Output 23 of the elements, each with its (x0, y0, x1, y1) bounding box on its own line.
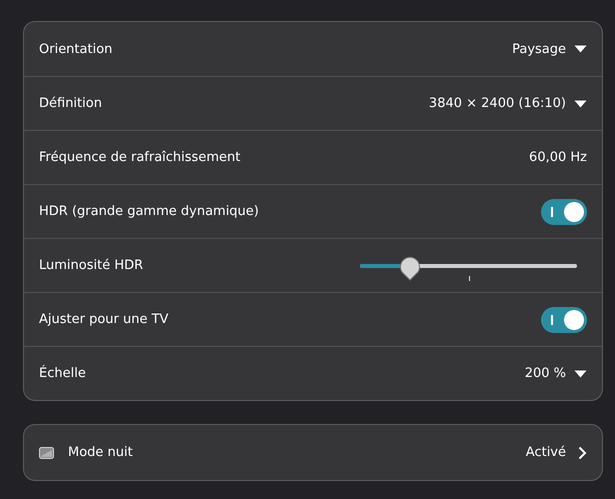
night-mode-row[interactable]: Mode nuit Activé (24, 425, 602, 480)
toggle-switch[interactable] (541, 198, 587, 224)
display-icon (39, 446, 54, 458)
setting-label: HDR (grande gamme dynamique) (39, 204, 260, 219)
setting-label: Échelle (39, 366, 87, 381)
setting-label: Définition (39, 96, 103, 111)
caret-icon[interactable] (574, 370, 587, 378)
dropdown-value[interactable]: Paysage (512, 42, 566, 56)
tick-mark (468, 276, 470, 280)
setting-value: Activé (526, 445, 566, 460)
chevron-right-icon[interactable] (578, 446, 587, 460)
setting-label: Orientation (39, 42, 114, 56)
slider-handle[interactable] (398, 254, 421, 280)
setting-value: 60,00 Hz (529, 150, 587, 165)
dropdown-value[interactable]: 3840 × 2400 (16:10) (428, 96, 566, 111)
caret-icon[interactable] (574, 100, 587, 108)
setting-label: Mode nuit (68, 445, 134, 460)
setting-label: Ajuster pour une TV (39, 312, 170, 327)
dropdown-value[interactable]: 200 % (524, 366, 566, 381)
toggle-switch[interactable] (541, 306, 587, 332)
setting-label: Fréquence de rafraîchissement (39, 150, 242, 165)
caret-icon[interactable] (574, 45, 587, 53)
setting-label: Luminosité HDR (39, 258, 144, 273)
